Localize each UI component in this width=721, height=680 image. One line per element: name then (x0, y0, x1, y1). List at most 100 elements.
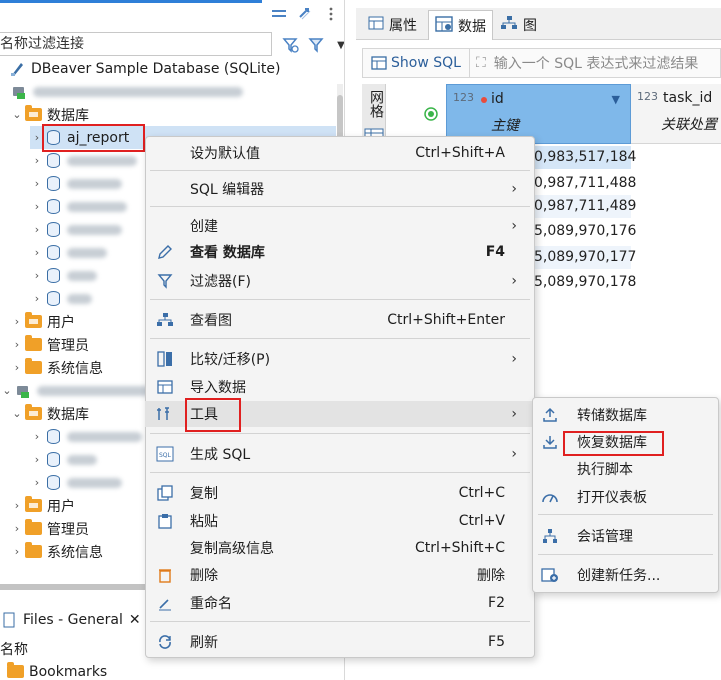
menu-item-import-data[interactable]: 导入数据 (145, 374, 535, 400)
submenu-item-execute-script[interactable]: 执行脚本 (532, 456, 719, 482)
sort-dropdown-icon[interactable]: ▼ (612, 93, 620, 106)
new-task-icon (540, 565, 560, 585)
chevron-right-icon[interactable]: › (30, 430, 44, 444)
chevron-right-icon[interactable]: › (30, 223, 44, 237)
menu-item-copy[interactable]: 复制 Ctrl+C (145, 480, 535, 506)
menu-item-rename[interactable]: 重命名 F2 (145, 590, 535, 616)
tree-db-hidden[interactable]: › (30, 471, 122, 494)
show-sql-button[interactable]: Show SQL (363, 49, 470, 77)
menu-item-copy-advanced[interactable]: 复制高级信息 Ctrl+Shift+C (145, 535, 535, 561)
tab-data[interactable]: 数据 (428, 10, 493, 40)
chevron-right-icon[interactable]: › (10, 499, 24, 513)
menu-label: 设为默认值 (190, 146, 260, 162)
menu-item-sql-editor[interactable]: SQL 编辑器 › (145, 176, 535, 202)
tree-folder-databases[interactable]: ⌄ 数据库 (10, 402, 89, 425)
tree-db-hidden[interactable]: › (30, 448, 97, 471)
navigator-hscrollbar-thumb[interactable] (0, 584, 150, 590)
info-folder-icon (24, 358, 42, 376)
tree-db-hidden[interactable]: › (30, 287, 92, 310)
tree-connection-hidden-2[interactable]: ⌄ (0, 379, 152, 402)
menu-separator (150, 472, 530, 473)
download-icon (540, 432, 560, 452)
chevron-right-icon[interactable]: › (30, 292, 44, 306)
tree-db-hidden[interactable]: › (30, 195, 127, 218)
submenu-item-dump-database[interactable]: 转储数据库 (532, 402, 719, 428)
filter-dropdown-icon[interactable]: ▼ (331, 35, 351, 55)
menu-label: 查看 数据库 (190, 245, 265, 261)
view-menu-icon[interactable] (322, 6, 340, 22)
sql-filter-input[interactable]: 输入一个 SQL 表达式来过滤结果 (486, 53, 699, 73)
tree-connection-hidden-1[interactable] (10, 80, 243, 103)
tree-connection-sample-db[interactable]: DBeaver Sample Database (SQLite) (8, 57, 281, 80)
menu-label: SQL 编辑器 (190, 182, 265, 198)
tree-folder-databases[interactable]: ⌄ 数据库 (10, 103, 89, 126)
submenu-item-restore-database[interactable]: 恢复数据库 (532, 429, 719, 455)
column-header-task-id[interactable]: 123 task_id 关联处置 (631, 84, 721, 144)
menu-label: 执行脚本 (577, 462, 633, 478)
tree-bookmarks[interactable]: Bookmarks (6, 660, 107, 680)
close-icon[interactable]: ✕ (129, 612, 141, 628)
tab-files-general[interactable]: Files - General ✕ (0, 606, 148, 634)
connection-filter-input[interactable]: 名称过滤连接 (0, 32, 272, 56)
expand-icon[interactable]: ⛶ (470, 55, 486, 71)
filter-settings-icon[interactable] (281, 35, 301, 55)
tree-db-hidden[interactable]: › (30, 425, 142, 448)
tree-folder-admins[interactable]: › 管理员 (10, 333, 89, 356)
submenu-item-session-manager[interactable]: 会话管理 (532, 523, 719, 549)
menu-item-tools[interactable]: 工具 › (145, 401, 535, 427)
collapse-all-icon[interactable] (270, 6, 288, 22)
chevron-down-icon[interactable]: ⌄ (0, 384, 14, 398)
chevron-right-icon[interactable]: › (30, 154, 44, 168)
chevron-right-icon[interactable]: › (10, 545, 24, 559)
filter-icon[interactable] (307, 35, 327, 55)
chevron-right-icon[interactable]: › (10, 361, 24, 375)
menu-label: 查看图 (190, 313, 232, 329)
menu-label: 复制高级信息 (190, 541, 274, 557)
bookmarks-folder-icon (6, 662, 24, 680)
tree-db-hidden[interactable]: › (30, 149, 137, 172)
row-selector-header[interactable] (416, 84, 446, 144)
submenu-item-create-task[interactable]: 创建新任务... (532, 562, 719, 588)
chevron-right-icon[interactable]: › (10, 315, 24, 329)
tree-db-hidden[interactable]: › (30, 218, 122, 241)
menu-item-generate-sql[interactable]: SQL 生成 SQL › (145, 441, 535, 467)
submenu-item-open-dashboard[interactable]: 打开仪表板 (532, 484, 719, 510)
dashboard-gauge-icon (540, 487, 560, 507)
menu-item-filter[interactable]: 过滤器(F) › (145, 268, 535, 294)
menu-item-paste[interactable]: 粘贴 Ctrl+V (145, 508, 535, 534)
chevron-right-icon[interactable]: › (30, 246, 44, 260)
tree-folder-users[interactable]: › 用户 (10, 494, 75, 517)
tree-folder-sysinfo[interactable]: › 系统信息 (10, 540, 103, 563)
tree-db-hidden[interactable]: › (30, 241, 107, 264)
menu-item-delete[interactable]: 删除 删除 (145, 562, 535, 588)
tree-folder-sysinfo[interactable]: › 系统信息 (10, 356, 103, 379)
menu-item-refresh[interactable]: 刷新 F5 (145, 629, 535, 655)
menu-label: 转储数据库 (577, 408, 647, 424)
chevron-down-icon[interactable]: ⌄ (10, 108, 24, 122)
link-editor-icon[interactable] (296, 6, 314, 22)
chevron-right-icon[interactable]: › (10, 522, 24, 536)
chevron-right-icon[interactable]: › (30, 453, 44, 467)
tree-folder-users[interactable]: › 用户 (10, 310, 75, 333)
tab-properties[interactable]: 属性 (362, 10, 423, 40)
tree-db-hidden[interactable]: › (30, 264, 97, 287)
menu-item-set-default[interactable]: 设为默认值 Ctrl+Shift+A (145, 140, 535, 166)
chevron-right-icon[interactable]: › (30, 177, 44, 191)
chevron-right-icon[interactable]: › (30, 131, 44, 145)
grid-side-label[interactable]: 网格 (366, 90, 386, 118)
menu-item-create[interactable]: 创建 › (145, 213, 535, 239)
chevron-right-icon[interactable]: › (30, 200, 44, 214)
chevron-right-icon[interactable]: › (30, 269, 44, 283)
chevron-down-icon[interactable]: ⌄ (10, 407, 24, 421)
column-description: 主键 (491, 118, 519, 134)
chevron-right-icon[interactable]: › (10, 338, 24, 352)
tab-diagram[interactable]: 图 (494, 10, 543, 40)
menu-item-compare-migrate[interactable]: 比较/迁移(P) › (145, 346, 535, 372)
menu-item-view-database[interactable]: 查看 数据库 F4 (145, 239, 535, 265)
chevron-right-icon[interactable]: › (30, 476, 44, 490)
column-header-id[interactable]: 123 id 主键 ▼ (446, 84, 631, 144)
menu-item-view-diagram[interactable]: 查看图 Ctrl+Shift+Enter (145, 307, 535, 333)
tree-folder-admins[interactable]: › 管理员 (10, 517, 89, 540)
menu-separator (538, 554, 713, 555)
tree-db-hidden[interactable]: › (30, 172, 122, 195)
